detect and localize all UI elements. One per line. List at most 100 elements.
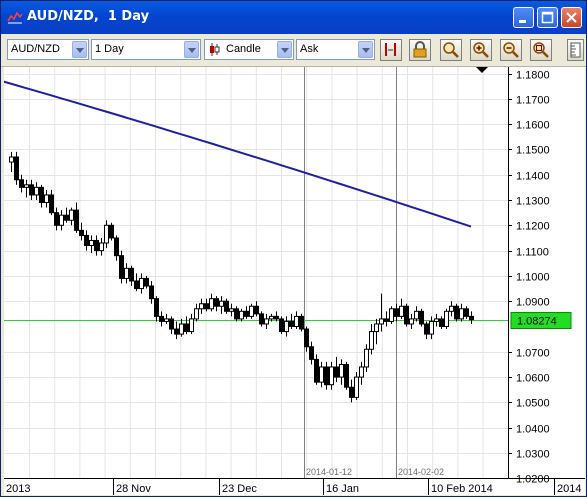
chart-type-select[interactable]: Candle — [204, 39, 294, 60]
candle-bullish[interactable] — [199, 303, 204, 310]
candle-bullish[interactable] — [434, 318, 439, 322]
candle-bullish[interactable] — [164, 318, 169, 322]
candle-bullish[interactable] — [329, 366, 334, 386]
candle-bearish[interactable] — [349, 386, 354, 398]
candle-bearish[interactable] — [309, 346, 314, 360]
candle-bearish[interactable] — [49, 194, 54, 214]
candle-bearish[interactable] — [79, 229, 84, 236]
candle-bearish[interactable] — [244, 310, 249, 317]
chevron-down-icon[interactable] — [358, 41, 373, 58]
candle-bearish[interactable] — [74, 209, 79, 231]
set-marker-button[interactable] — [380, 39, 402, 61]
candle-bullish[interactable] — [229, 308, 234, 312]
candle-bullish[interactable] — [399, 305, 404, 317]
candle-bullish[interactable] — [459, 308, 464, 320]
candle-bullish[interactable] — [444, 310, 449, 328]
chart-area[interactable]: 1.1800 1.1700 1.1600 1.1500 1.1400 1.1300 1.12… — [1, 67, 585, 495]
candle-bearish[interactable] — [289, 320, 294, 328]
candle-bullish[interactable] — [379, 318, 384, 325]
candle-bearish[interactable] — [109, 224, 114, 239]
candle-bearish[interactable] — [214, 298, 219, 307]
candle-bearish[interactable] — [149, 285, 154, 300]
chevron-down-icon[interactable] — [277, 41, 292, 58]
candle-bullish[interactable] — [269, 315, 274, 320]
chevron-down-icon[interactable] — [184, 41, 199, 58]
candle-bearish[interactable] — [224, 300, 229, 312]
candle-bearish[interactable] — [84, 234, 89, 247]
candle-bullish[interactable] — [194, 308, 199, 320]
candle-bullish[interactable] — [219, 300, 224, 307]
toolbar-overflow-button[interactable] — [567, 39, 584, 61]
candle-bullish[interactable] — [59, 214, 64, 226]
candle-bullish[interactable] — [389, 308, 394, 322]
candle-bullish[interactable] — [99, 242, 104, 252]
zoom-button[interactable] — [440, 39, 462, 61]
candle-bearish[interactable] — [154, 298, 159, 317]
candle-bearish[interactable] — [274, 315, 279, 320]
candle-bearish[interactable] — [259, 313, 264, 325]
title-bar[interactable]: AUD/NZD, 1 Day — [1, 1, 586, 34]
candle-bearish[interactable] — [254, 305, 259, 315]
candle-bearish[interactable] — [279, 318, 284, 333]
candle-bearish[interactable] — [129, 267, 134, 282]
candle-bearish[interactable] — [14, 156, 19, 181]
candle-bearish[interactable] — [64, 214, 69, 221]
candle-bearish[interactable] — [234, 308, 239, 320]
candle-bullish[interactable] — [264, 318, 269, 325]
candle-bearish[interactable] — [169, 318, 174, 330]
candle-bearish[interactable] — [144, 277, 149, 287]
candle-bullish[interactable] — [374, 323, 379, 333]
candlestick-chart[interactable]: 1.1800 1.1700 1.1600 1.1500 1.1400 1.1300 1.12… — [1, 67, 585, 495]
symbol-select[interactable]: AUD/NZD — [7, 39, 89, 60]
candle-bullish[interactable] — [429, 320, 434, 335]
candle-bullish[interactable] — [294, 315, 299, 328]
candle-bullish[interactable] — [239, 310, 244, 320]
candle-bullish[interactable] — [249, 305, 254, 317]
candle-bearish[interactable] — [134, 280, 139, 290]
candle-bearish[interactable] — [174, 328, 179, 335]
chevron-down-icon[interactable] — [72, 41, 87, 58]
candle-bullish[interactable] — [369, 331, 374, 350]
candle-bearish[interactable] — [94, 239, 99, 252]
candle-bearish[interactable] — [204, 303, 209, 310]
candle-bearish[interactable] — [344, 363, 349, 388]
candle-bearish[interactable] — [29, 184, 34, 196]
candle-bearish[interactable] — [39, 186, 44, 204]
candle-bearish[interactable] — [184, 323, 189, 333]
candle-bullish[interactable] — [124, 267, 129, 279]
candle-bullish[interactable] — [189, 318, 194, 333]
candle-bullish[interactable] — [449, 305, 454, 312]
period-select[interactable]: 1 Day — [91, 39, 201, 60]
candle-bearish[interactable] — [324, 366, 329, 386]
candle-bullish[interactable] — [319, 366, 324, 383]
candle-bullish[interactable] — [34, 186, 39, 196]
candle-bearish[interactable] — [114, 237, 119, 257]
candle-bearish[interactable] — [419, 310, 424, 325]
candle-bullish[interactable] — [89, 239, 94, 247]
candle-bullish[interactable] — [69, 209, 74, 221]
minimize-button[interactable] — [513, 7, 534, 28]
candle-bullish[interactable] — [339, 363, 344, 378]
candle-bearish[interactable] — [439, 318, 444, 328]
candle-bullish[interactable] — [104, 224, 109, 244]
candle-bearish[interactable] — [54, 212, 59, 226]
candle-bullish[interactable] — [24, 184, 29, 188]
candle-bullish[interactable] — [414, 310, 419, 320]
maximize-button[interactable] — [537, 7, 558, 28]
price-side-select[interactable]: Ask — [296, 39, 375, 60]
candle-bullish[interactable] — [284, 320, 289, 333]
candle-bearish[interactable] — [159, 315, 164, 322]
candle-bearish[interactable] — [394, 308, 399, 317]
candle-bearish[interactable] — [314, 358, 319, 383]
candle-bullish[interactable] — [354, 376, 359, 398]
zoom-out-button[interactable] — [500, 39, 522, 61]
zoom-fit-button[interactable] — [530, 39, 552, 61]
candle-bullish[interactable] — [209, 298, 214, 310]
zoom-in-button[interactable] — [470, 39, 492, 61]
candle-bearish[interactable] — [19, 179, 24, 188]
candle-bullish[interactable] — [179, 323, 184, 335]
candle-bearish[interactable] — [384, 318, 389, 322]
candle-bearish[interactable] — [334, 366, 339, 378]
candle-bearish[interactable] — [469, 315, 474, 321]
candle-bearish[interactable] — [304, 328, 309, 348]
